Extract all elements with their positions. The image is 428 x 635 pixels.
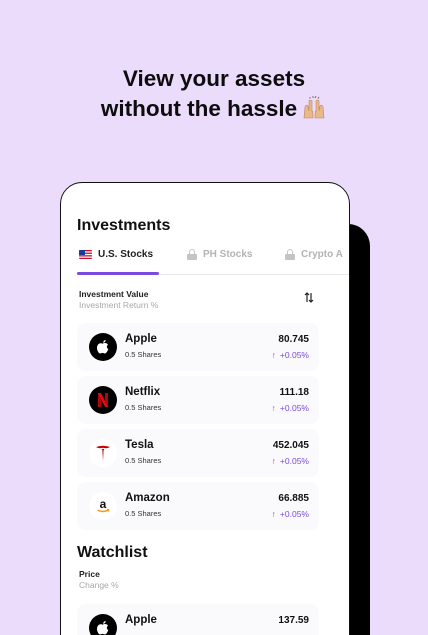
arrow-up-icon: ↑	[271, 509, 276, 519]
watchlist-row-apple[interactable]: Apple 137.59	[77, 604, 319, 635]
stock-value: 111.18	[279, 387, 309, 398]
arrow-up-icon: ↑	[271, 456, 276, 466]
stock-change: ↑ +0.05%	[272, 350, 309, 360]
tab-crypto[interactable]: Crypto A	[285, 249, 343, 260]
arrow-up-icon: ↑	[271, 350, 276, 360]
price-label: Price	[79, 569, 100, 579]
watchlist-title: Watchlist	[77, 544, 148, 561]
stock-change: ↑ +0.05%	[272, 456, 309, 466]
svg-text:a: a	[100, 497, 107, 511]
stock-value: 452.045	[272, 440, 309, 451]
stock-name: Apple	[125, 333, 157, 345]
stock-change: ↑ +0.05%	[272, 403, 309, 413]
investments-column-header: Investment Value Investment Return %	[79, 289, 158, 311]
stock-shares: 0.5 Shares	[125, 509, 162, 518]
stock-name: Amazon	[125, 492, 170, 504]
arrow-up-icon: ↑	[271, 403, 276, 413]
headline-line-2: without the hassle	[0, 94, 428, 128]
apple-logo-icon	[89, 614, 117, 635]
investment-row-amazon[interactable]: a Amazon 0.5 Shares 66.885 ↑ +0.05%	[77, 482, 319, 530]
tab-ph-stocks-label: PH Stocks	[203, 249, 253, 260]
stock-change-value: +0.05%	[279, 350, 309, 360]
stock-name: Tesla	[125, 439, 154, 451]
phone-frame: Investments U.S. Stocks PH Stocks Crypto	[60, 182, 350, 635]
change-label: Change %	[79, 580, 119, 590]
investment-row-tesla[interactable]: Tesla 0.5 Shares 452.045 ↑ +0.05%	[77, 429, 319, 477]
stock-change: ↑ +0.05%	[272, 509, 309, 519]
investment-tabs: U.S. Stocks PH Stocks Crypto A	[77, 245, 349, 275]
tesla-logo-icon	[89, 439, 117, 467]
apple-logo-icon	[89, 333, 117, 361]
headline: View your assets without the hassle	[0, 64, 428, 128]
stock-value: 80.745	[278, 334, 309, 345]
tab-us-stocks-label: U.S. Stocks	[98, 249, 154, 260]
stock-price: 137.59	[278, 615, 309, 626]
stock-shares: 0.5 Shares	[125, 456, 162, 465]
headline-line-1: View your assets	[122, 66, 306, 91]
stock-shares: 0.5 Shares	[125, 350, 162, 359]
investment-value-label: Investment Value	[79, 289, 149, 299]
investment-return-label: Investment Return %	[79, 300, 159, 310]
amazon-logo-icon: a	[89, 492, 117, 520]
stock-change-value: +0.05%	[279, 456, 309, 466]
investment-row-netflix[interactable]: Netflix 0.5 Shares 111.18 ↑ +0.05%	[77, 376, 319, 424]
watchlist-column-header: Price Change %	[79, 569, 119, 591]
stock-name: Netflix	[125, 386, 161, 398]
stock-value: 66.885	[278, 493, 309, 504]
investment-row-apple[interactable]: Apple 0.5 Shares 80.745 ↑ +0.05%	[77, 323, 319, 371]
lock-icon	[285, 249, 295, 260]
sort-arrows-icon[interactable]	[304, 292, 314, 306]
headline-line-2-text: without the hassle	[100, 96, 298, 121]
investments-title: Investments	[77, 217, 171, 234]
tab-us-stocks[interactable]: U.S. Stocks	[79, 249, 153, 260]
us-flag-icon	[79, 250, 92, 259]
stock-name: Apple	[125, 614, 157, 626]
tab-crypto-label: Crypto A	[301, 249, 343, 260]
stock-shares: 0.5 Shares	[125, 403, 162, 412]
stock-change-value: +0.05%	[279, 403, 309, 413]
lock-icon	[187, 249, 197, 260]
active-tab-indicator	[77, 272, 159, 275]
stock-change-value: +0.05%	[279, 509, 309, 519]
netflix-logo-icon	[89, 386, 117, 414]
raised-hands-icon	[301, 95, 327, 128]
tab-ph-stocks[interactable]: PH Stocks	[187, 249, 252, 260]
